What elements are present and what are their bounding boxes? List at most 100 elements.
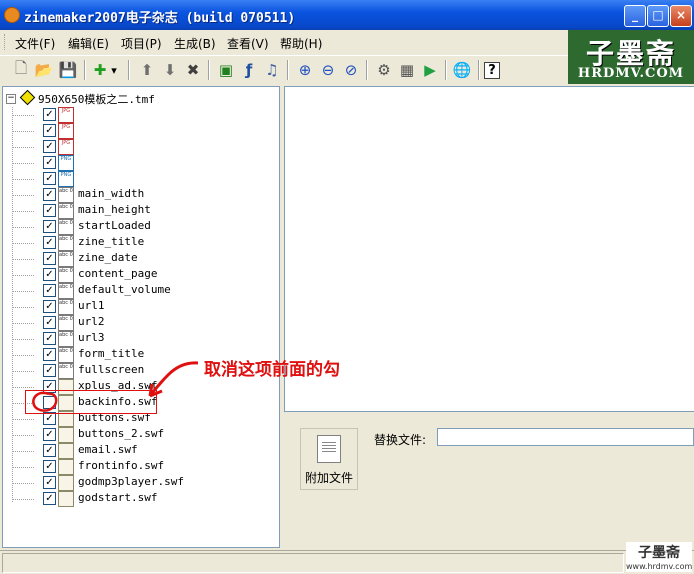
item-checkbox[interactable]: ✓ [43,476,56,489]
project-tree[interactable]: − 950X650模板之二.tmf ✓ JPG ✓ JPG ✓ JPG ✓ PNG ✓ PNG ✓ a… [2,86,280,548]
item-checkbox[interactable]: ✓ [43,348,56,361]
move-up-icon[interactable]: ⬆ [136,59,158,81]
swf-file-icon [58,443,74,459]
title-bar: zinemaker2007电子杂志 (build 070511) _ □ × [0,0,694,30]
menu-help[interactable]: 帮助(H) [280,35,322,52]
swf-file-icon [58,475,74,491]
tree-branch-line [12,179,34,180]
item-checkbox[interactable]: ✓ [43,284,56,297]
open-icon[interactable]: 📂 [33,59,55,81]
flash-icon[interactable]: ƒ [238,59,260,81]
item-checkbox[interactable]: ✓ [43,204,56,217]
item-checkbox[interactable]: ✓ [43,236,56,249]
music-icon[interactable]: ♫ [261,59,283,81]
tree-branch-line [12,419,34,420]
zoom-in-icon[interactable]: ⊕ [294,59,316,81]
zoom-fit-icon[interactable]: ⊘ [340,59,362,81]
web-icon[interactable]: 🌐 [451,59,473,81]
item-checkbox[interactable]: ✓ [43,316,56,329]
toolbar-separator [287,60,289,80]
app-icon[interactable] [4,7,20,23]
item-checkbox[interactable]: ✓ [43,364,56,377]
tree-root-label: 950X650模板之二.tmf [38,93,155,106]
toolbar-separator [366,60,368,80]
item-checkbox[interactable]: ✓ [43,124,56,137]
window-title: zinemaker2007电子杂志 (build 070511) [24,11,296,26]
swf-file-icon [58,459,74,475]
menu-edit[interactable]: 编辑(E) [68,35,109,52]
menu-view[interactable]: 查看(V) [227,35,269,52]
tree-branch-line [12,435,34,436]
attach-file-label: 附加文件 [304,471,353,485]
tree-item-label: url3 [78,331,105,344]
item-checkbox[interactable]: ✓ [43,220,56,233]
toolbar-separator [478,60,480,80]
item-checkbox[interactable]: ✓ [43,332,56,345]
save-icon[interactable]: 💾 [57,59,79,81]
var-file-icon: abc 010 [58,299,74,315]
menu-file[interactable]: 文件(F) [15,35,55,52]
delete-icon[interactable]: ✖ [182,59,204,81]
close-button[interactable]: × [670,5,692,27]
status-bar [0,550,694,574]
tree-item-label: buttons_2.swf [78,427,165,440]
image-icon[interactable]: ▣ [215,59,237,81]
new-icon[interactable]: 🗋 [10,59,32,81]
tree-branch-line [12,451,34,452]
item-checkbox[interactable]: ✓ [43,492,56,505]
item-checkbox[interactable]: ✓ [43,108,56,121]
dropdown-icon[interactable]: ▾ [108,59,120,81]
var-file-icon: abc 010 [58,251,74,267]
tree-item-label: zine_date [78,251,138,264]
highlight-box [25,390,157,414]
help-icon[interactable]: ? [484,62,500,79]
item-checkbox[interactable]: ✓ [43,428,56,441]
play-icon[interactable]: ▶ [419,59,441,81]
menu-project[interactable]: 项目(P) [121,35,162,52]
brand-logo: 子墨斋 HRDMV.COM [568,30,694,84]
zoom-out-icon[interactable]: ⊖ [317,59,339,81]
item-checkbox[interactable]: ✓ [43,252,56,265]
tree-item-label: zine_title [78,235,145,248]
item-checkbox[interactable]: ✓ [43,156,56,169]
tree-branch-line [12,147,34,148]
var-file-icon: abc 010 [58,203,74,219]
replace-file-input[interactable] [437,428,694,446]
menu-grip [4,34,8,50]
minimize-button[interactable]: _ [624,5,646,27]
var-file-icon: abc 010 [58,219,74,235]
item-checkbox[interactable]: ✓ [43,300,56,313]
tree-branch-line [12,291,34,292]
watermark-url: www.hrdmv.com [626,562,693,571]
replace-file-label: 替换文件: [374,433,427,447]
tree-item-label: email.swf [78,443,138,456]
tree-branch-line [12,467,34,468]
move-down-icon[interactable]: ⬇ [159,59,181,81]
item-checkbox[interactable]: ✓ [43,460,56,473]
tree-branch-line [12,243,34,244]
build-icon[interactable]: ⚙ [373,59,395,81]
menu-build[interactable]: 生成(B) [174,35,216,52]
item-checkbox[interactable]: ✓ [43,188,56,201]
tree-item-label: main_height [78,203,151,216]
tree-branch-line [12,227,34,228]
swf-file-icon [58,491,74,507]
tree-item-label: frontinfo.swf [78,459,165,472]
item-checkbox[interactable]: ✓ [43,172,56,185]
var-file-icon: abc 010 [58,235,74,251]
swf-file-icon [58,427,74,443]
attach-file-button[interactable]: 附加文件 [300,428,358,490]
toolbar-separator [208,60,210,80]
item-checkbox[interactable]: ✓ [43,268,56,281]
tree-item-label: default_volume [78,283,171,296]
exe-icon[interactable]: ▦ [396,59,418,81]
maximize-button[interactable]: □ [647,5,669,27]
item-checkbox[interactable]: ✓ [43,444,56,457]
tree-branch-line [12,499,34,500]
toolbar-separator [128,60,130,80]
var-file-icon: abc 010 [58,347,74,363]
item-checkbox[interactable]: ✓ [43,140,56,153]
tree-branch-line [12,371,34,372]
tree-item-label: main_width [78,187,145,200]
collapse-icon[interactable]: − [6,94,16,104]
